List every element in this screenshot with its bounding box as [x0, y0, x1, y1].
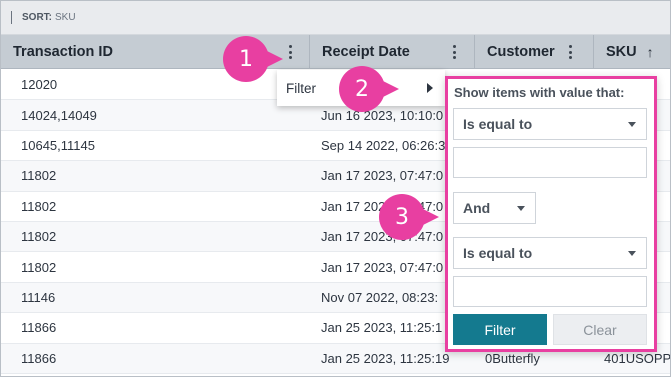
sort-divider — [11, 11, 12, 24]
cell-transaction-id: 11866 — [21, 320, 57, 336]
column-label: SKU — [606, 44, 637, 60]
sort-bar: SORT: SKU — [1, 1, 670, 35]
sort-value[interactable]: SKU — [55, 12, 76, 23]
column-label: Receipt Date — [322, 44, 410, 60]
condition-2-select[interactable]: Is equal to — [453, 237, 647, 269]
grid-header: Transaction ID Receipt Date Customer SKU… — [1, 35, 670, 69]
callout-pointer — [421, 208, 439, 226]
menu-item-filter[interactable]: Filter — [286, 81, 316, 96]
chevron-down-icon — [628, 122, 636, 127]
condition-1-select[interactable]: Is equal to — [453, 108, 647, 140]
arrow-up-icon[interactable]: ↑ — [647, 44, 654, 60]
column-menu-icon[interactable] — [285, 44, 295, 60]
filter-panel-title: Show items with value that: — [454, 85, 625, 100]
cell-sku: 401USOPP — [604, 350, 671, 366]
cell-transaction-id: 11802 — [21, 168, 57, 184]
column-header-receipt-date[interactable]: Receipt Date — [310, 35, 475, 69]
submenu-arrow-icon — [427, 83, 433, 93]
cell-transaction-id: 11146 — [21, 289, 56, 305]
operator-value: And — [463, 200, 491, 216]
cell-transaction-id: 11866 — [21, 350, 57, 366]
grid-frame: SORT: SKU Transaction ID Receipt Date Cu… — [0, 0, 671, 377]
column-label: Transaction ID — [13, 44, 113, 60]
condition-1-value: Is equal to — [463, 116, 533, 132]
value-1-input[interactable] — [453, 147, 647, 178]
column-label: Customer — [487, 44, 555, 60]
chevron-down-icon — [517, 206, 525, 211]
chevron-down-icon — [628, 251, 636, 256]
cell-transaction-id: 11802 — [21, 198, 57, 214]
cell-transaction-id: 11802 — [21, 229, 57, 245]
callout-badge-3: 3 — [379, 194, 439, 240]
callout-pointer — [381, 80, 399, 98]
cell-transaction-id: 10645,11145 — [21, 137, 95, 153]
callout-number: 2 — [355, 76, 369, 102]
callout-pointer — [265, 50, 283, 68]
cell-transaction-id: 12020 — [21, 77, 58, 93]
sort-label: SORT: — [22, 12, 52, 23]
callout-badge-1: 1 — [223, 36, 283, 82]
cell-transaction-id: 11802 — [21, 259, 57, 275]
column-menu-icon[interactable] — [565, 44, 575, 60]
cell-customer: 0Butterfly — [485, 350, 540, 366]
callout-number: 1 — [239, 46, 253, 72]
callout-badge-2: 2 — [339, 66, 399, 112]
clear-button[interactable]: Clear — [553, 314, 647, 345]
value-2-input[interactable] — [453, 276, 647, 307]
cell-receipt-date: Jan 25 2023, 11:25:19 — [321, 350, 450, 366]
column-menu-icon[interactable] — [449, 44, 459, 60]
cell-transaction-id: 14024,14049 — [21, 107, 97, 123]
condition-2-value: Is equal to — [463, 245, 533, 261]
column-header-customer[interactable]: Customer — [475, 35, 594, 69]
callout-number: 3 — [395, 204, 409, 230]
filter-panel: Show items with value that: Is equal to … — [445, 76, 657, 352]
operator-select[interactable]: And — [453, 192, 536, 224]
column-header-sku[interactable]: SKU ↑ — [594, 35, 670, 69]
filter-button[interactable]: Filter — [453, 314, 547, 345]
